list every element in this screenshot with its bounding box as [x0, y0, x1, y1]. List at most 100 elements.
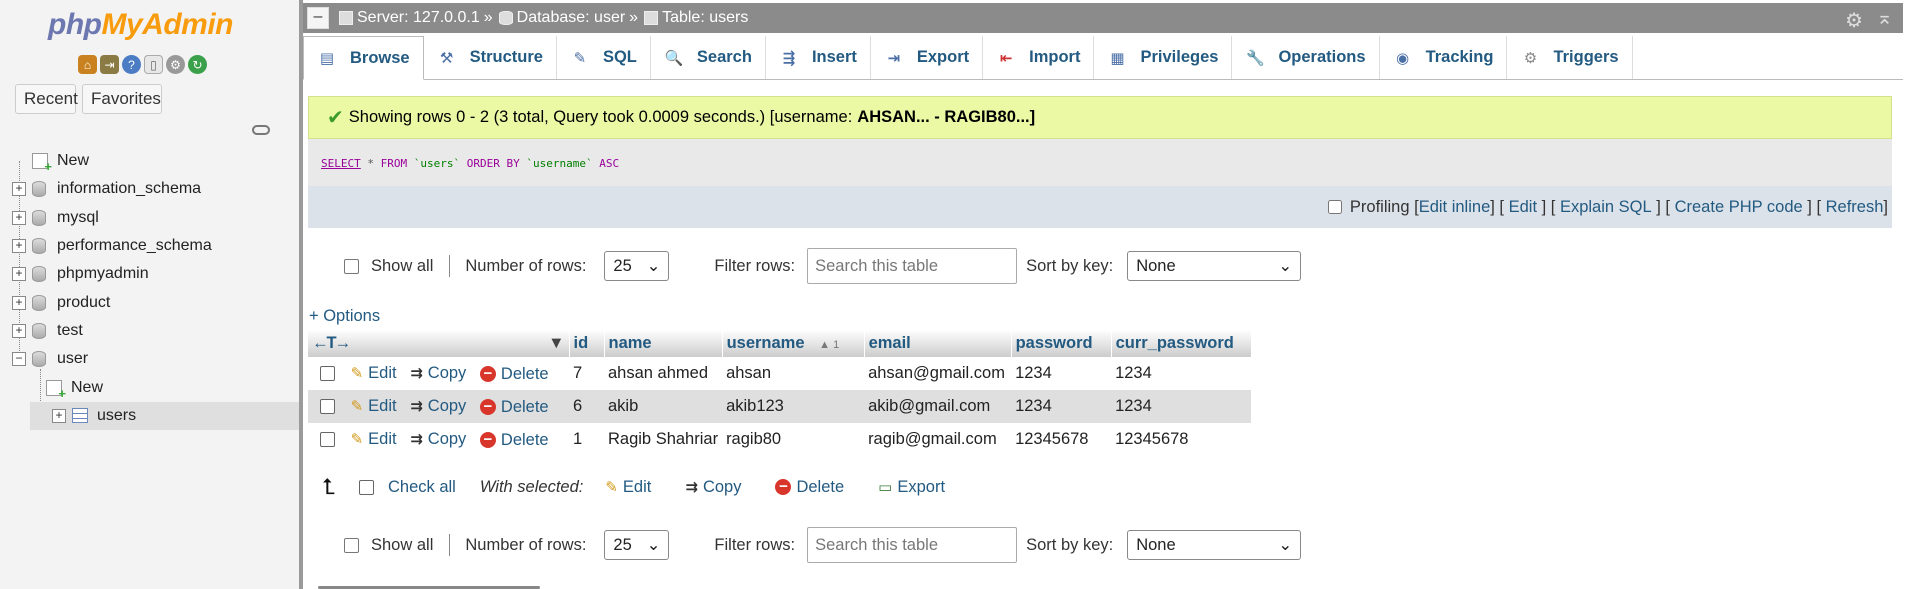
delete-row-button[interactable]: − Delete [479, 365, 549, 384]
column-header-email[interactable]: email [864, 330, 1012, 357]
help-icon[interactable]: ? [122, 55, 141, 74]
breadcrumb-server[interactable]: Server: 127.0.0.1 [357, 9, 480, 27]
column-header-id[interactable]: id [569, 330, 605, 357]
row-checkbox[interactable] [320, 399, 335, 415]
tab-structure[interactable]: ⚒ Structure [423, 36, 557, 79]
expand-icon[interactable]: + [12, 210, 26, 225]
docs-icon[interactable]: ▯ [144, 55, 163, 74]
row-checkbox[interactable] [320, 432, 335, 448]
cell-email[interactable]: ragib@gmail.com [864, 423, 1011, 456]
tab-search[interactable]: 🔍 Search [650, 36, 766, 79]
copy-row-button[interactable]: ⇉ Copy [410, 397, 466, 416]
cell-email[interactable]: akib@gmail.com [864, 390, 1012, 423]
tab-operations[interactable]: 🔧 Operations [1232, 36, 1380, 79]
expand-icon[interactable]: + [52, 408, 66, 423]
cell-password[interactable]: 1234 [1011, 357, 1111, 390]
tab-export[interactable]: ⇥ Export [870, 36, 984, 79]
refresh-link[interactable]: Refresh [1826, 198, 1884, 217]
cell-curr-password[interactable]: 12345678 [1111, 423, 1251, 456]
cell-username[interactable]: ragib80 [722, 423, 864, 456]
breadcrumb-table[interactable]: Table: users [662, 9, 748, 27]
filter-input[interactable]: Search this table [807, 248, 1018, 284]
create-php-link[interactable]: Create PHP code [1675, 198, 1803, 217]
gear-icon[interactable]: ⚙ [1845, 8, 1863, 33]
edit-inline-link[interactable]: Edit inline [1419, 198, 1491, 217]
tab-browse[interactable]: ▤ Browse [303, 36, 424, 80]
tab-import[interactable]: ⇤ Import [983, 36, 1095, 79]
tree-item-user[interactable]: − user [12, 345, 300, 373]
cell-curr-password[interactable]: 1234 [1111, 390, 1252, 423]
profiling-checkbox[interactable] [1327, 200, 1342, 214]
tree-item-test[interactable]: + test [12, 317, 300, 345]
cell-name[interactable]: Ragib Shahriar [604, 423, 722, 456]
edit-row-button[interactable]: ✎ Edit [351, 364, 397, 383]
filter-input[interactable]: Search this table [807, 527, 1018, 563]
sort-select[interactable]: None ⌄ [1127, 530, 1302, 560]
copy-row-button[interactable]: ⇉ Copy [410, 364, 466, 383]
collapse-sidebar-button[interactable]: – [307, 7, 329, 29]
expand-icon[interactable]: + [12, 267, 26, 282]
cell-password[interactable]: 12345678 [1011, 423, 1111, 456]
tab-privileges[interactable]: ▦ Privileges [1094, 36, 1233, 79]
column-header-curr-password[interactable]: curr_password [1111, 330, 1252, 357]
settings-icon[interactable]: ⚙ [166, 55, 185, 74]
expand-icon[interactable]: + [12, 239, 26, 254]
explain-sql-link[interactable]: Explain SQL [1560, 198, 1652, 217]
column-width-arrows-icon[interactable]: ←T→ [312, 334, 351, 352]
row-checkbox[interactable] [320, 366, 335, 382]
tree-item-phpmyadmin[interactable]: + phpmyadmin [12, 260, 300, 288]
sql-keyword[interactable]: SELECT [321, 157, 361, 170]
tree-item-user-new[interactable]: New [12, 369, 300, 402]
scroll-top-icon[interactable]: ⌅ [1876, 5, 1893, 30]
column-menu-icon[interactable]: ▼ [548, 334, 564, 353]
reload-icon[interactable]: ↻ [188, 55, 207, 74]
rows-select[interactable]: 25 ⌄ [604, 251, 670, 281]
tree-item-users-table[interactable]: + users [30, 401, 300, 430]
show-all-checkbox[interactable] [344, 537, 359, 553]
sql-query-display[interactable]: SELECT * FROM `users` ORDER BY `username… [308, 139, 1892, 186]
bulk-copy-button[interactable]: ⇉ Copy [685, 478, 741, 497]
expand-icon[interactable]: + [12, 295, 26, 310]
edit-row-button[interactable]: ✎ Edit [351, 397, 397, 416]
cell-curr-password[interactable]: 1234 [1111, 357, 1251, 390]
cell-id[interactable]: 7 [569, 357, 604, 390]
collapse-icon[interactable]: − [12, 352, 26, 367]
favorites-button[interactable]: Favorites [82, 84, 162, 114]
tree-item-new[interactable]: New [12, 147, 300, 175]
cell-password[interactable]: 1234 [1011, 390, 1112, 423]
expand-icon[interactable]: + [12, 182, 26, 197]
bulk-delete-button[interactable]: − Delete [775, 478, 844, 497]
show-all-checkbox[interactable] [344, 258, 359, 274]
delete-row-button[interactable]: − Delete [479, 431, 549, 450]
sort-select[interactable]: None ⌄ [1127, 251, 1302, 281]
bulk-export-button[interactable]: ▭ Export [878, 478, 945, 497]
edit-row-button[interactable]: ✎ Edit [351, 430, 397, 449]
column-header-username[interactable]: username ▲ 1 [722, 330, 865, 357]
tree-item-product[interactable]: + product [12, 288, 300, 316]
cell-email[interactable]: ahsan@gmail.com [864, 357, 1011, 390]
expand-icon[interactable]: + [12, 323, 26, 338]
cell-name[interactable]: akib [604, 390, 723, 423]
cell-username[interactable]: ahsan [722, 357, 864, 390]
phpmyadmin-logo[interactable]: phpMyAdmin [48, 8, 233, 42]
tab-triggers[interactable]: ⚙ Triggers [1507, 36, 1633, 79]
cell-name[interactable]: ahsan ahmed [604, 357, 722, 390]
tree-item-information-schema[interactable]: + information_schema [12, 175, 300, 203]
breadcrumb-database[interactable]: Database: user [517, 9, 626, 27]
copy-row-button[interactable]: ⇉ Copy [410, 430, 466, 449]
check-all-checkbox[interactable] [358, 479, 374, 495]
link-with-main-icon[interactable] [252, 125, 270, 135]
bulk-edit-button[interactable]: ✎ Edit [605, 478, 651, 497]
cell-id[interactable]: 6 [569, 390, 604, 423]
tab-insert[interactable]: ⇶ Insert [765, 36, 871, 79]
tree-item-mysql[interactable]: + mysql [12, 204, 300, 232]
options-toggle[interactable]: + Options [309, 307, 380, 326]
cell-id[interactable]: 1 [569, 423, 604, 456]
column-header-name[interactable]: name [604, 330, 723, 357]
cell-username[interactable]: akib123 [722, 390, 865, 423]
logout-icon[interactable]: ⇥ [100, 55, 119, 74]
check-all-link[interactable]: Check all [388, 478, 456, 497]
home-icon[interactable]: ⌂ [78, 55, 97, 74]
tab-sql[interactable]: ✎ SQL [556, 36, 651, 79]
tab-tracking[interactable]: ◉ Tracking [1379, 36, 1508, 79]
